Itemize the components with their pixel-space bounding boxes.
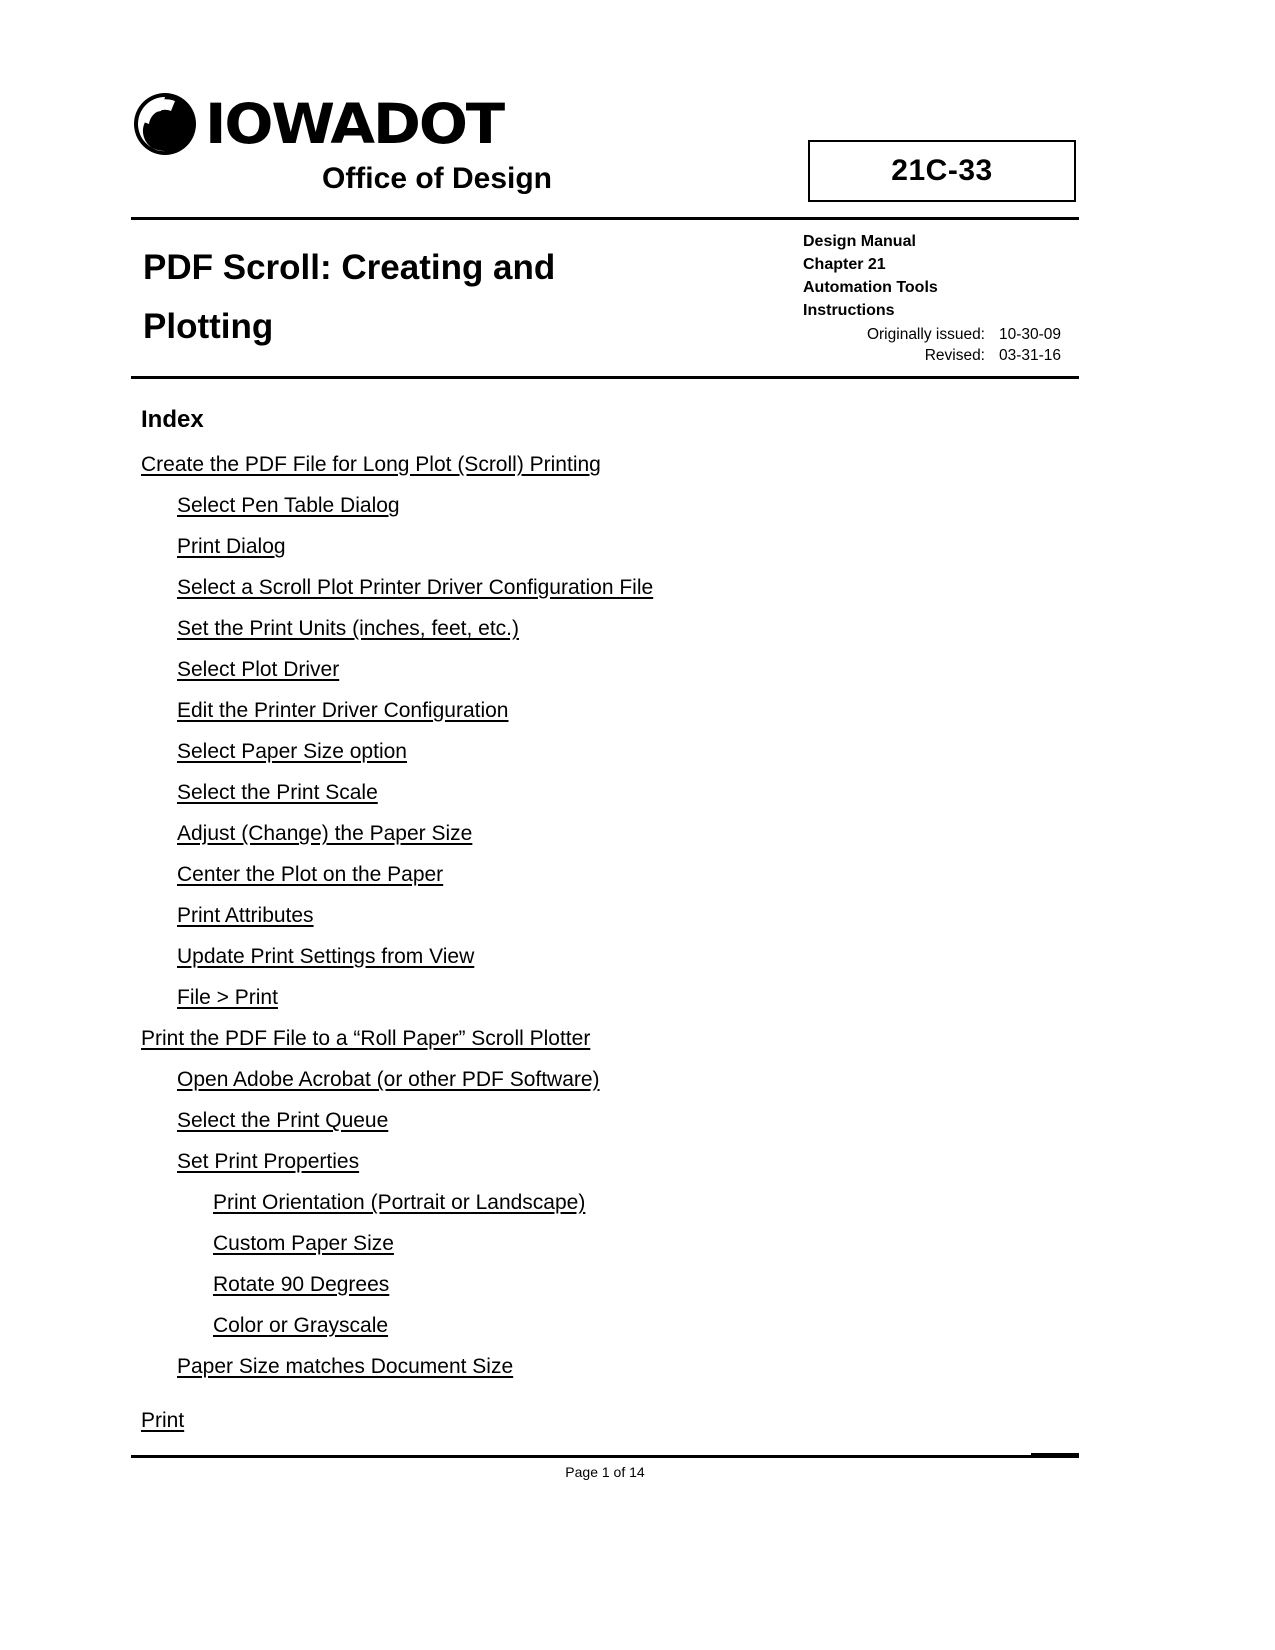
toc-link[interactable]: Select Paper Size option — [177, 740, 407, 763]
toc-link[interactable]: Rotate 90 Degrees — [213, 1273, 389, 1296]
toc-link[interactable]: Create the PDF File for Long Plot (Scrol… — [141, 453, 601, 476]
toc-link[interactable]: Print Orientation (Portrait or Landscape… — [213, 1191, 585, 1214]
agency-logo-wordmark: IOWADOT — [205, 92, 505, 156]
page-header: IOWADOT Office of Design 21C-33 — [131, 88, 1079, 216]
toc-item: Edit the Printer Driver Configuration — [141, 691, 1081, 732]
toc-item: Print Dialog — [141, 527, 1081, 568]
toc-item: Custom Paper Size — [141, 1224, 1081, 1265]
page-footer: Page 1 of 14 — [131, 1453, 1079, 1482]
document-number: 21C-33 — [891, 154, 993, 187]
toc-item: Create the PDF File for Long Plot (Scrol… — [141, 445, 1081, 486]
toc-link[interactable]: Set Print Properties — [177, 1150, 359, 1173]
toc-link[interactable]: Select Plot Driver — [177, 658, 339, 681]
toc-link[interactable]: Print Dialog — [177, 535, 286, 558]
toc-link[interactable]: Select a Scroll Plot Printer Driver Conf… — [177, 576, 653, 599]
toc-link[interactable]: Print the PDF File to a “Roll Paper” Scr… — [141, 1027, 590, 1050]
toc-item: Print the PDF File to a “Roll Paper” Scr… — [141, 1019, 1081, 1060]
toc-item: Rotate 90 Degrees — [141, 1265, 1081, 1306]
originally-issued-value: 10-30-09 — [999, 326, 1062, 343]
agency-logo-block: IOWADOT Office of Design — [131, 88, 691, 196]
toc-link[interactable]: Update Print Settings from View — [177, 945, 474, 968]
toc-item: Set Print Properties — [141, 1142, 1081, 1183]
toc-link[interactable]: Open Adobe Acrobat (or other PDF Softwar… — [177, 1068, 600, 1091]
toc-item: Select the Print Scale — [141, 773, 1081, 814]
page-title-line-1: PDF Scroll: Creating and — [143, 248, 556, 287]
date-block: Originally issued: 10-30-09 Revised: 03-… — [803, 324, 1083, 366]
toc-link[interactable]: Color or Grayscale — [213, 1314, 388, 1337]
iowa-dot-swoosh-logo-icon — [131, 91, 203, 157]
chapter-name: Chapter 21 — [803, 256, 886, 273]
toc-link[interactable]: Paper Size matches Document Size — [177, 1355, 513, 1378]
toc-item: Adjust (Change) the Paper Size — [141, 814, 1081, 855]
index-section: Index Create the PDF File for Long Plot … — [141, 404, 1081, 1442]
toc-item: Select the Print Queue — [141, 1101, 1081, 1142]
toc-link[interactable]: Set the Print Units (inches, feet, etc.) — [177, 617, 519, 640]
toc-item: Update Print Settings from View — [141, 937, 1081, 978]
page-title-line-2: Plotting — [143, 307, 274, 346]
document-metadata: Design Manual Chapter 21 Automation Tool… — [803, 230, 1083, 366]
toc-link[interactable]: Edit the Printer Driver Configuration — [177, 699, 508, 722]
toc-link[interactable]: Print — [141, 1409, 184, 1432]
toc-link[interactable]: Select Pen Table Dialog — [177, 494, 400, 517]
toc-item: Print — [141, 1401, 1081, 1442]
toc-link[interactable]: File > Print — [177, 986, 278, 1009]
toc-item: Color or Grayscale — [141, 1306, 1081, 1347]
toc-item: Select Plot Driver — [141, 650, 1081, 691]
originally-issued-label: Originally issued: — [866, 326, 985, 343]
footer-corner-tick — [1031, 1453, 1079, 1456]
revised-value: 03-31-16 — [999, 347, 1062, 364]
header-divider-rule — [131, 217, 1079, 220]
toc-item: Select Pen Table Dialog — [141, 486, 1081, 527]
footer-divider-rule — [131, 1455, 1079, 1458]
page-number: Page 1 of 14 — [565, 1464, 645, 1480]
revised-row: Revised: 03-31-16 — [803, 345, 1083, 366]
toc-link[interactable]: Select the Print Scale — [177, 781, 378, 804]
toc-item: Center the Plot on the Paper — [141, 855, 1081, 896]
title-divider-rule — [131, 376, 1079, 379]
toc-item: Select a Scroll Plot Printer Driver Conf… — [141, 568, 1081, 609]
toc-item: Print Attributes — [141, 896, 1081, 937]
toc-item: File > Print — [141, 978, 1081, 1019]
originally-issued-row: Originally issued: 10-30-09 — [803, 324, 1083, 345]
office-name: Office of Design — [321, 162, 553, 195]
toc-link[interactable]: Custom Paper Size — [213, 1232, 394, 1255]
toc-item: Print Orientation (Portrait or Landscape… — [141, 1183, 1081, 1224]
manual-name: Design Manual — [803, 233, 916, 250]
document-page: IOWADOT Office of Design 21C-33 PDF Scro… — [0, 0, 1275, 1650]
logo-row: IOWADOT — [131, 88, 691, 160]
table-of-contents: Create the PDF File for Long Plot (Scrol… — [141, 445, 1081, 1442]
index-heading: Index — [141, 406, 204, 433]
toc-item: Open Adobe Acrobat (or other PDF Softwar… — [141, 1060, 1081, 1101]
toc-item: Select Paper Size option — [141, 732, 1081, 773]
toc-item: Set the Print Units (inches, feet, etc.) — [141, 609, 1081, 650]
subsection-name: Instructions — [803, 302, 895, 319]
toc-link[interactable]: Adjust (Change) the Paper Size — [177, 822, 472, 845]
toc-link[interactable]: Select the Print Queue — [177, 1109, 388, 1132]
section-name: Automation Tools — [803, 279, 938, 296]
title-block: PDF Scroll: Creating and Plotting — [143, 238, 763, 356]
toc-link[interactable]: Center the Plot on the Paper — [177, 863, 443, 886]
toc-item: Paper Size matches Document Size — [141, 1347, 1081, 1388]
toc-link[interactable]: Print Attributes — [177, 904, 314, 927]
revised-label: Revised: — [924, 347, 985, 364]
document-number-box: 21C-33 — [808, 140, 1076, 202]
